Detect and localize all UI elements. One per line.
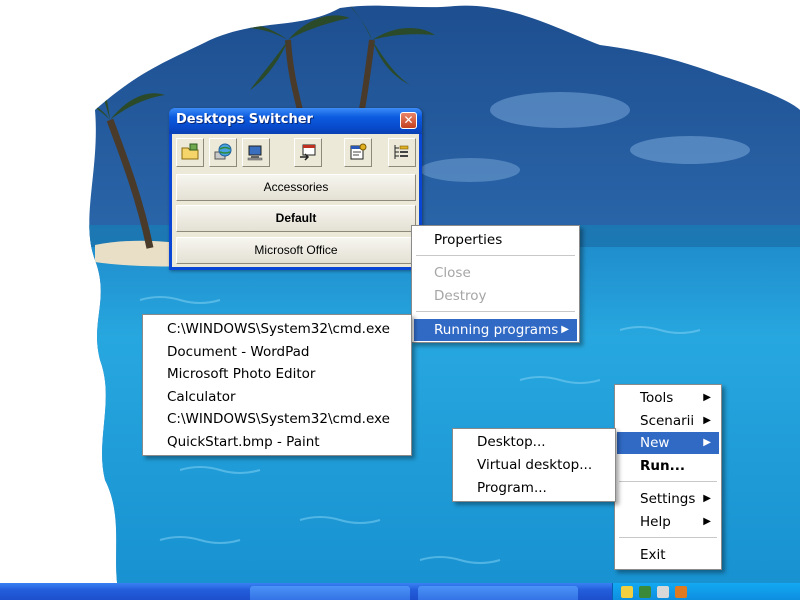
- menu-item-running-programs[interactable]: Running programs ▶: [414, 319, 577, 341]
- program-item[interactable]: QuickStart.bmp - Paint: [145, 431, 409, 453]
- menu-item-label: Scenarii: [640, 413, 695, 429]
- menu-item-new-desktop[interactable]: Desktop...: [455, 431, 613, 453]
- menu-item-run[interactable]: Run...: [617, 455, 719, 477]
- globe-icon: [214, 143, 232, 160]
- menu-item-tools[interactable]: Tools ▶: [617, 387, 719, 409]
- menu-item-label: New: [640, 435, 670, 451]
- menu-item-exit[interactable]: Exit: [617, 544, 719, 566]
- submenu-arrow-icon: ▶: [703, 415, 711, 426]
- tray-app-icon[interactable]: [639, 586, 651, 598]
- menu-item-label: Settings: [640, 491, 696, 507]
- program-item[interactable]: Document - WordPad: [145, 341, 409, 363]
- group-button-microsoft-office[interactable]: Microsoft Office: [176, 237, 416, 264]
- submenu-arrow-icon: ▶: [703, 437, 711, 448]
- new-submenu: Desktop... Virtual desktop... Program...: [452, 428, 616, 502]
- switch-desktop-button[interactable]: [294, 138, 322, 167]
- menu-item-label: Running programs: [434, 322, 559, 338]
- menu-separator: [416, 311, 575, 312]
- program-item[interactable]: C:\WINDOWS\System32\cmd.exe: [145, 408, 409, 430]
- program-item[interactable]: Microsoft Photo Editor: [145, 363, 409, 385]
- switch-desktop-icon: [300, 144, 316, 161]
- menu-separator: [619, 537, 717, 538]
- window-title: Desktops Switcher: [176, 112, 313, 127]
- network-desktop-button[interactable]: [209, 138, 237, 167]
- submenu-arrow-icon: ▶: [561, 324, 569, 335]
- menu-item-properties[interactable]: Properties: [414, 229, 577, 251]
- taskbar-button[interactable]: [250, 586, 410, 600]
- menu-item-help[interactable]: Help ▶: [617, 511, 719, 533]
- tray-app-icon[interactable]: [621, 586, 633, 598]
- menu-item-new-program[interactable]: Program...: [455, 477, 613, 499]
- window-toolbar: [176, 138, 416, 168]
- menu-separator: [416, 255, 575, 256]
- new-desktop-button[interactable]: [176, 138, 204, 167]
- taskbar-button[interactable]: [418, 586, 578, 600]
- submenu-arrow-icon: ▶: [703, 392, 711, 403]
- close-icon: ✕: [403, 113, 414, 127]
- window-titlebar[interactable]: Desktops Switcher ✕: [169, 108, 422, 134]
- tray-app-icon[interactable]: [657, 586, 669, 598]
- group-button-default[interactable]: Default: [176, 205, 416, 232]
- menu-item-close: Close: [434, 265, 471, 281]
- taskbar: [0, 583, 800, 600]
- menu-item-scenarii[interactable]: Scenarii ▶: [617, 410, 719, 432]
- tray-app-icon[interactable]: [675, 586, 687, 598]
- task-list-button[interactable]: [388, 138, 416, 167]
- desktop-context-menu: Properties Close Destroy Running program…: [411, 225, 580, 343]
- menu-item-settings[interactable]: Settings ▶: [617, 488, 719, 510]
- submenu-arrow-icon: ▶: [703, 493, 711, 504]
- menu-item-new-virtual-desktop[interactable]: Virtual desktop...: [455, 454, 613, 476]
- tray-menu: Tools ▶ Scenarii ▶ New ▶ Run... Settings…: [614, 384, 722, 570]
- program-item[interactable]: C:\WINDOWS\System32\cmd.exe: [145, 318, 409, 340]
- close-button[interactable]: ✕: [400, 112, 417, 129]
- program-item[interactable]: Calculator: [145, 386, 409, 408]
- running-programs-submenu: C:\WINDOWS\System32\cmd.exe Document - W…: [142, 314, 412, 456]
- group-button-accessories[interactable]: Accessories: [176, 174, 416, 201]
- task-list-icon: [394, 145, 409, 159]
- menu-item-new[interactable]: New ▶: [617, 432, 719, 454]
- menu-item-label: Tools: [640, 390, 674, 406]
- properties-icon: [350, 143, 367, 160]
- desktop-config-icon: [247, 145, 263, 161]
- submenu-arrow-icon: ▶: [703, 516, 711, 527]
- system-tray: [612, 583, 800, 600]
- configure-desktop-button[interactable]: [242, 138, 270, 167]
- properties-button[interactable]: [344, 138, 372, 167]
- desktops-switcher-window: Desktops Switcher ✕ Accessories Default …: [169, 108, 422, 270]
- folder-add-icon: [181, 143, 199, 160]
- menu-item-destroy: Destroy: [434, 288, 487, 304]
- menu-separator: [619, 481, 717, 482]
- menu-item-label: Help: [640, 514, 671, 530]
